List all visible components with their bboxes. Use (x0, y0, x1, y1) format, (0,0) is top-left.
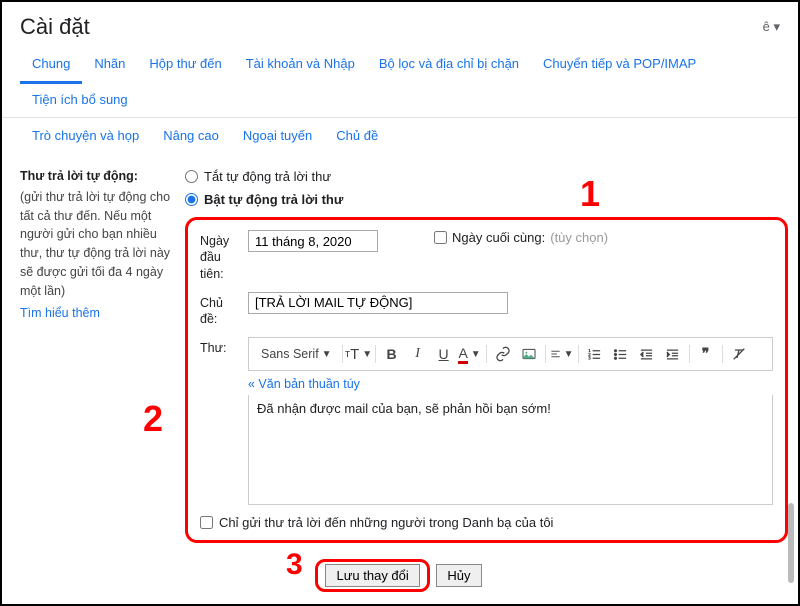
font-size-icon[interactable]: тT▼ (347, 342, 371, 366)
underline-icon[interactable]: U (432, 342, 456, 366)
last-day-label: Ngày cuối cùng: (452, 230, 545, 245)
tab-offline[interactable]: Ngoại tuyến (231, 120, 324, 153)
settings-menu[interactable]: ê ▾ (763, 19, 780, 35)
annotation-3: 3 (286, 548, 303, 582)
tab-advanced[interactable]: Nâng cao (151, 120, 231, 153)
tab-chat[interactable]: Trò chuyện và họp (20, 120, 151, 153)
align-icon[interactable]: ▼ (550, 342, 574, 366)
contacts-only-label[interactable]: Chỉ gửi thư trả lời đến những người tron… (219, 515, 553, 530)
radio-on[interactable] (185, 193, 198, 206)
first-day-label: Ngày đầu tiên: (200, 230, 242, 282)
image-icon[interactable] (517, 342, 541, 366)
first-day-input[interactable] (248, 230, 378, 252)
remove-format-icon[interactable] (727, 342, 751, 366)
actions-row: 3 Lưu thay đổi Hủy (2, 553, 798, 604)
quote-icon[interactable]: ❞ (694, 342, 718, 366)
cancel-button[interactable]: Hủy (436, 564, 481, 587)
save-button[interactable]: Lưu thay đổi (325, 564, 419, 587)
radio-on-label[interactable]: Bật tự động trả lời thư (204, 192, 343, 207)
outdent-icon[interactable] (635, 342, 659, 366)
indent-icon[interactable] (661, 342, 685, 366)
tab-filters[interactable]: Bộ lọc và địa chỉ bị chặn (367, 48, 531, 84)
tab-inbox[interactable]: Hộp thư đến (137, 48, 233, 84)
bold-icon[interactable]: B (380, 342, 404, 366)
numbered-list-icon[interactable]: 123 (583, 342, 607, 366)
radio-off[interactable] (185, 170, 198, 183)
tab-general[interactable]: Chung (20, 48, 82, 84)
vacation-title: Thư trả lời tự động: (20, 167, 179, 186)
vacation-desc: (gửi thư trả lời tự động cho tất cả thư … (20, 188, 179, 301)
subject-label: Chủ đề: (200, 292, 242, 328)
tabs-row-1: Chung Nhãn Hộp thư đến Tài khoản và Nhập… (2, 48, 798, 118)
tab-labels[interactable]: Nhãn (82, 48, 137, 84)
message-body[interactable]: Đã nhận được mail của bạn, sẽ phản hồi b… (248, 395, 773, 505)
last-day-placeholder: (tùy chọn) (550, 230, 608, 245)
text-color-icon[interactable]: A▼ (458, 342, 482, 366)
plain-text-link[interactable]: « Văn bản thuần túy (248, 377, 360, 391)
link-icon[interactable] (491, 342, 515, 366)
vacation-form: 2 Ngày đầu tiên: Ngày cuối cùng: (tùy ch… (185, 217, 788, 543)
tab-accounts[interactable]: Tài khoản và Nhập (234, 48, 367, 84)
radio-off-label[interactable]: Tắt tự động trả lời thư (204, 169, 331, 184)
svg-text:3: 3 (588, 355, 591, 360)
contacts-only-checkbox[interactable] (200, 516, 213, 529)
bullet-list-icon[interactable] (609, 342, 633, 366)
editor-toolbar: Sans Serif▼ тT▼ B I U A▼ (248, 337, 773, 371)
italic-icon[interactable]: I (406, 342, 430, 366)
tabs-row-2: Trò chuyện và họp Nâng cao Ngoại tuyến C… (2, 118, 798, 153)
tab-forwarding[interactable]: Chuyển tiếp và POP/IMAP (531, 48, 708, 84)
font-family-select[interactable]: Sans Serif▼ (255, 342, 338, 366)
learn-more-link[interactable]: Tìm hiểu thêm (20, 304, 100, 323)
subject-input[interactable] (248, 292, 508, 314)
tab-themes[interactable]: Chủ đề (324, 120, 390, 153)
tab-addons[interactable]: Tiện ích bổ sung (20, 84, 140, 117)
last-day-checkbox[interactable] (434, 231, 447, 244)
page-title: Cài đặt (20, 14, 90, 40)
body-label: Thư: (200, 337, 242, 356)
